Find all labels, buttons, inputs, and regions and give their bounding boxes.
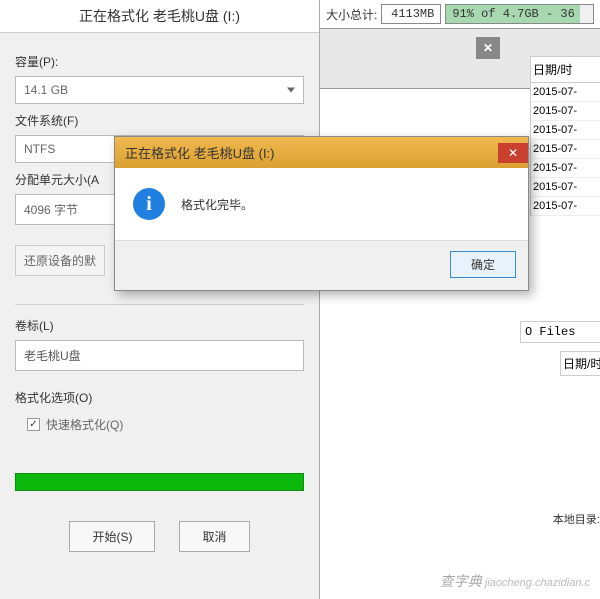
list-item[interactable]: 2015-07- <box>531 140 600 159</box>
right-panel: 大小总计: 4113MB 91% of 4.7GB - 36 ✕ 保存 日期/时… <box>320 0 600 599</box>
list-item[interactable]: 2015-07- <box>531 102 600 121</box>
date-column-header[interactable]: 日期/时 <box>531 57 600 83</box>
format-actions: 开始(S) 取消 <box>15 521 304 552</box>
quick-format-checkbox-row[interactable]: ✓ 快速格式化(Q) <box>27 416 304 433</box>
format-dialog-body: 容量(P): 14.1 GB 文件系统(F) NTFS 分配单元大小(A 409… <box>0 33 319 564</box>
size-total-value: 4113MB <box>381 4 441 24</box>
message-box-text: 格式化完毕。 <box>181 196 253 213</box>
disc-progress-text: 91% of 4.7GB - 36 <box>445 4 594 24</box>
filesystem-label: 文件系统(F) <box>15 112 304 129</box>
cancel-button[interactable]: 取消 <box>179 521 249 552</box>
message-box-title: 正在格式化 老毛桃U盘 (I:) <box>125 143 275 162</box>
top-bar: 大小总计: 4113MB 91% of 4.7GB - 36 <box>320 0 600 29</box>
files-filter[interactable]: O Files <box>520 321 600 343</box>
ok-button[interactable]: 确定 <box>450 251 516 278</box>
list-item[interactable]: 2015-07- <box>531 197 600 216</box>
message-box-body: i 格式化完毕。 <box>115 168 528 240</box>
format-progress-bar <box>15 473 304 491</box>
message-box-titlebar[interactable]: 正在格式化 老毛桃U盘 (I:) ✕ <box>115 137 528 168</box>
capacity-select[interactable]: 14.1 GB <box>15 76 304 104</box>
quick-format-label: 快速格式化(Q) <box>46 416 123 433</box>
size-total-label: 大小总计: <box>326 6 377 23</box>
list-item[interactable]: 2015-07- <box>531 178 600 197</box>
volume-label-label: 卷标(L) <box>15 317 304 334</box>
date-column-header-2[interactable]: 日期/时 <box>560 351 600 376</box>
local-dir-text: 本地目录: 0 文件 <box>553 511 600 527</box>
list-item[interactable]: 2015-07- <box>531 121 600 140</box>
message-box-actions: 确定 <box>115 240 528 290</box>
options-label: 格式化选项(O) <box>15 389 304 406</box>
volume-label-input[interactable]: 老毛桃U盘 <box>15 340 304 371</box>
list-item[interactable]: 2015-07- <box>531 159 600 178</box>
format-dialog: 正在格式化 老毛桃U盘 (I:) 容量(P): 14.1 GB 文件系统(F) … <box>0 0 320 599</box>
format-dialog-title: 正在格式化 老毛桃U盘 (I:) <box>0 0 319 33</box>
checkbox-icon: ✓ <box>27 418 40 431</box>
message-box: 正在格式化 老毛桃U盘 (I:) ✕ i 格式化完毕。 确定 <box>114 136 529 291</box>
list-item[interactable]: 2015-07- <box>531 83 600 102</box>
info-icon: i <box>133 188 165 220</box>
start-button[interactable]: 开始(S) <box>69 521 155 552</box>
divider <box>15 304 304 305</box>
file-list: 日期/时 2015-07- 2015-07- 2015-07- 2015-07-… <box>530 56 600 216</box>
restore-defaults-button[interactable]: 还原设备的默 <box>15 245 105 276</box>
close-icon[interactable]: ✕ <box>476 37 500 59</box>
close-icon[interactable]: ✕ <box>498 143 528 163</box>
capacity-label: 容量(P): <box>15 53 304 70</box>
